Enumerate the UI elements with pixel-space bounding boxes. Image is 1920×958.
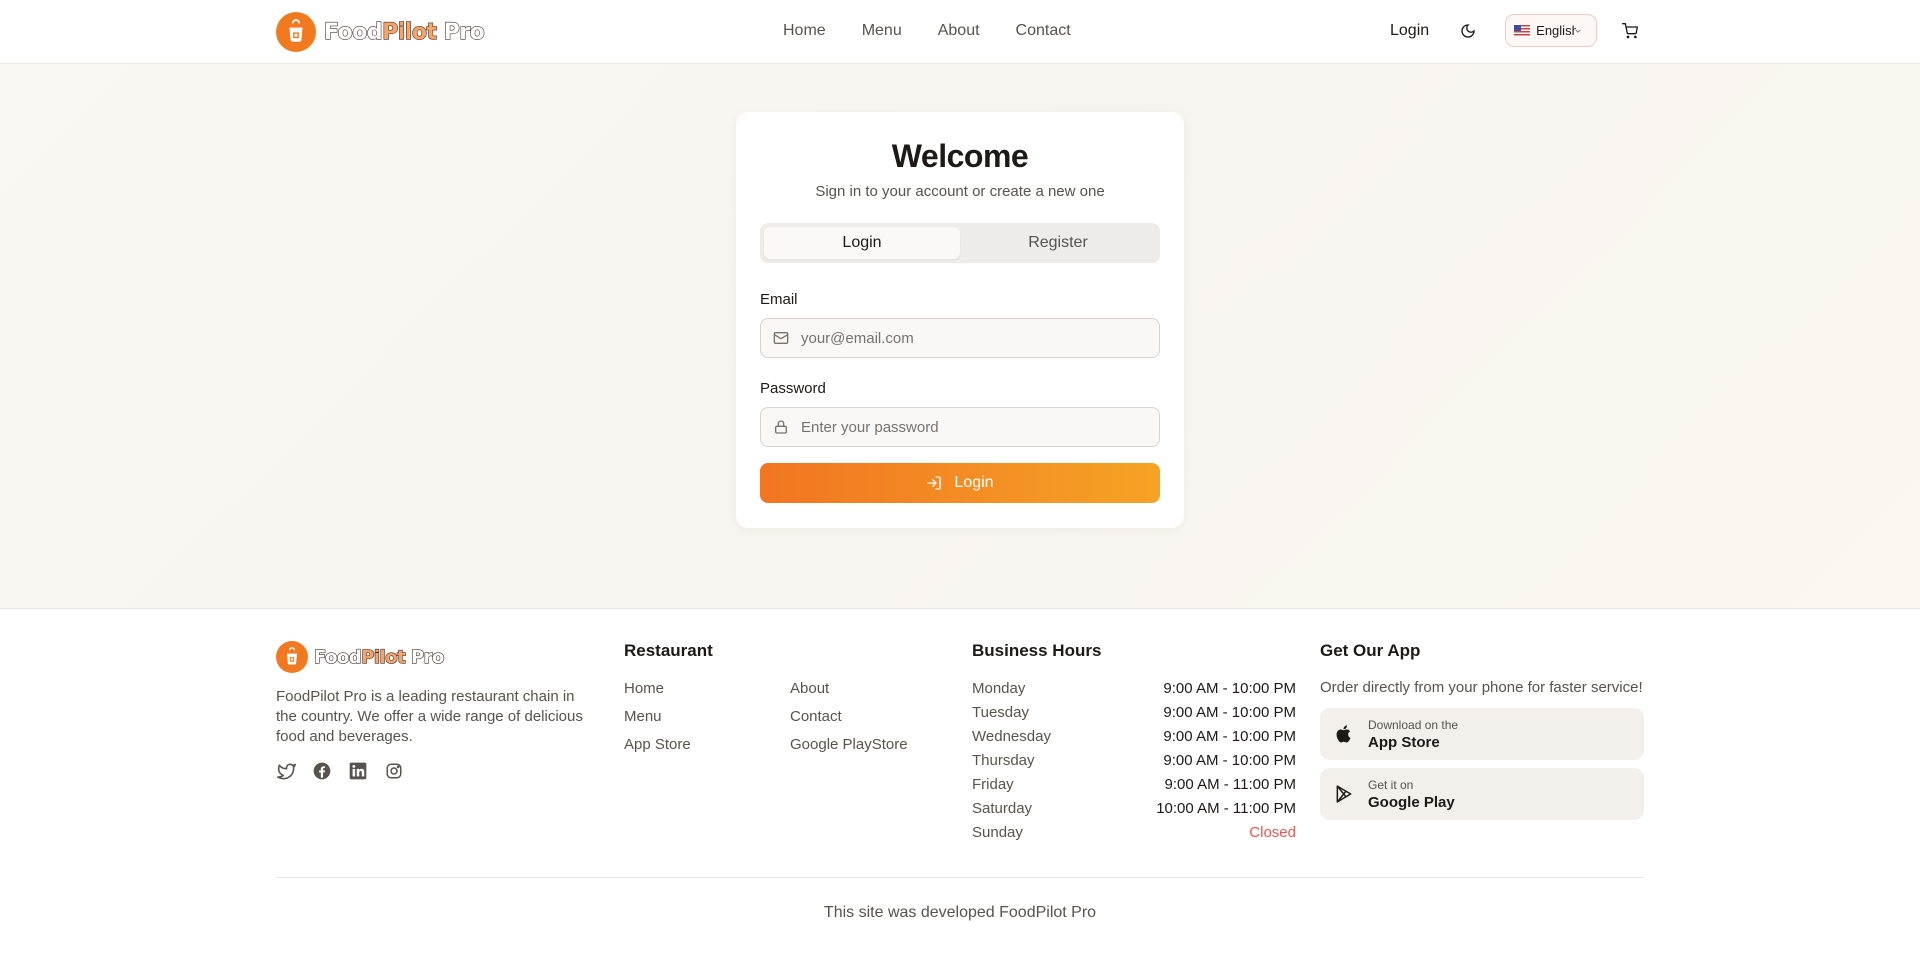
google-play-small: Get it on bbox=[1368, 777, 1414, 792]
nav-home[interactable]: Home bbox=[783, 22, 826, 40]
copyright-text: This site was developed FoodPilot Pro bbox=[823, 904, 1097, 921]
apple-icon bbox=[1336, 725, 1351, 743]
linkedin-icon[interactable] bbox=[348, 761, 368, 781]
footer-description: FoodPilot Pro is a leading restaurant ch… bbox=[276, 688, 583, 745]
restaurant-links: Home About Menu Contact App Store Google… bbox=[624, 679, 950, 755]
mail-icon bbox=[773, 332, 789, 344]
hours-row: Wednesday 9:00 AM - 10:00 PM bbox=[972, 728, 1296, 745]
email-input[interactable] bbox=[801, 329, 1141, 347]
footer-brand-name: FoodPilot Pro bbox=[313, 646, 445, 668]
main-nav: Home Menu About Contact bbox=[783, 22, 1071, 40]
email-label: Email bbox=[760, 291, 798, 308]
us-flag-icon bbox=[1514, 25, 1531, 36]
hours-row: Thursday 9:00 AM - 10:00 PM bbox=[972, 752, 1296, 769]
brand-name: FoodPilot Pro bbox=[323, 19, 485, 45]
chevron-down-icon bbox=[1575, 28, 1581, 33]
email-field-wrapper bbox=[760, 318, 1160, 358]
site-header: FoodPilot Pro Home Menu About Contact Lo… bbox=[0, 0, 1920, 64]
hours-row: Sunday Closed bbox=[972, 823, 1296, 847]
header-actions: Login English bbox=[1390, 14, 1641, 47]
auth-tabs: Login Register bbox=[760, 223, 1160, 263]
google-play-button[interactable]: Get it on Google Play bbox=[1320, 768, 1644, 820]
password-label: Password bbox=[760, 380, 826, 397]
hours-table: Monday 9:00 AM - 10:00 PM Tuesday 9:00 AM … bbox=[972, 679, 1296, 847]
password-field-wrapper bbox=[760, 407, 1160, 447]
password-input[interactable] bbox=[801, 418, 1141, 436]
chef-apron-icon bbox=[276, 641, 308, 673]
footer-link-menu[interactable]: Menu bbox=[624, 707, 790, 727]
hours-row: Tuesday 9:00 AM - 10:00 PM bbox=[972, 704, 1296, 721]
instagram-icon[interactable] bbox=[384, 761, 404, 781]
nav-menu[interactable]: Menu bbox=[862, 22, 902, 40]
login-submit-button[interactable]: Login bbox=[760, 463, 1160, 503]
tab-login[interactable]: Login bbox=[764, 227, 960, 259]
footer-link-app-store[interactable]: App Store bbox=[624, 735, 790, 755]
footer-about: FoodPilot Pro FoodPilot Pro is a leading… bbox=[276, 641, 596, 781]
facebook-icon[interactable] bbox=[312, 761, 332, 781]
hours-row: Friday 9:00 AM - 11:00 PM bbox=[972, 776, 1296, 793]
app-title: Get Our App bbox=[1320, 641, 1421, 660]
google-play-big: Google Play bbox=[1368, 793, 1455, 811]
auth-card: Welcome Sign in to your account or creat… bbox=[736, 112, 1184, 528]
site-footer: FoodPilot Pro FoodPilot Pro is a leading… bbox=[0, 608, 1920, 958]
footer-hours: Business Hours Monday 9:00 AM - 10:00 PM … bbox=[972, 641, 1296, 847]
tab-register[interactable]: Register bbox=[960, 227, 1156, 259]
hours-title: Business Hours bbox=[972, 641, 1102, 660]
brand-logo[interactable]: FoodPilot Pro bbox=[276, 12, 485, 52]
auth-subtitle: Sign in to your account or create a new … bbox=[815, 183, 1105, 200]
nav-about[interactable]: About bbox=[938, 22, 980, 40]
footer-link-about[interactable]: About bbox=[790, 679, 950, 699]
chef-apron-icon bbox=[276, 12, 316, 52]
footer-link-google-play[interactable]: Google PlayStore bbox=[790, 735, 950, 755]
moon-icon[interactable] bbox=[1457, 20, 1479, 42]
closed-status: Closed bbox=[1249, 824, 1296, 841]
footer-divider bbox=[276, 877, 1644, 878]
footer-brand-logo[interactable]: FoodPilot Pro bbox=[276, 641, 596, 673]
restaurant-title: Restaurant bbox=[624, 641, 713, 660]
auth-title: Welcome bbox=[891, 138, 1029, 174]
twitter-icon[interactable] bbox=[276, 761, 296, 781]
language-selector[interactable]: English bbox=[1505, 14, 1598, 47]
footer-link-contact[interactable]: Contact bbox=[790, 707, 950, 727]
hours-row: Saturday 10:00 AM - 11:00 PM bbox=[972, 800, 1296, 817]
main-section: Welcome Sign in to your account or creat… bbox=[0, 64, 1920, 608]
app-subtitle: Order directly from your phone for faste… bbox=[1320, 679, 1643, 696]
nav-contact[interactable]: Contact bbox=[1016, 22, 1071, 40]
header-login-link[interactable]: Login bbox=[1390, 22, 1429, 40]
footer-link-home[interactable]: Home bbox=[624, 679, 790, 699]
shopping-cart-icon[interactable] bbox=[1619, 20, 1641, 42]
app-store-small: Download on the bbox=[1368, 717, 1459, 732]
hours-row: Monday 9:00 AM - 10:00 PM bbox=[972, 680, 1296, 697]
language-label: English bbox=[1536, 23, 1577, 38]
log-in-icon bbox=[927, 476, 942, 490]
footer-app: Get Our App Order directly from your pho… bbox=[1320, 641, 1644, 820]
footer-restaurant: Restaurant Home About Menu Contact App S… bbox=[624, 641, 950, 755]
lock-icon bbox=[775, 420, 787, 434]
social-links bbox=[276, 761, 596, 781]
app-store-button[interactable]: Download on the App Store bbox=[1320, 708, 1644, 760]
google-play-icon bbox=[1336, 785, 1352, 803]
login-submit-label: Login bbox=[954, 474, 994, 491]
app-store-big: App Store bbox=[1368, 733, 1440, 751]
